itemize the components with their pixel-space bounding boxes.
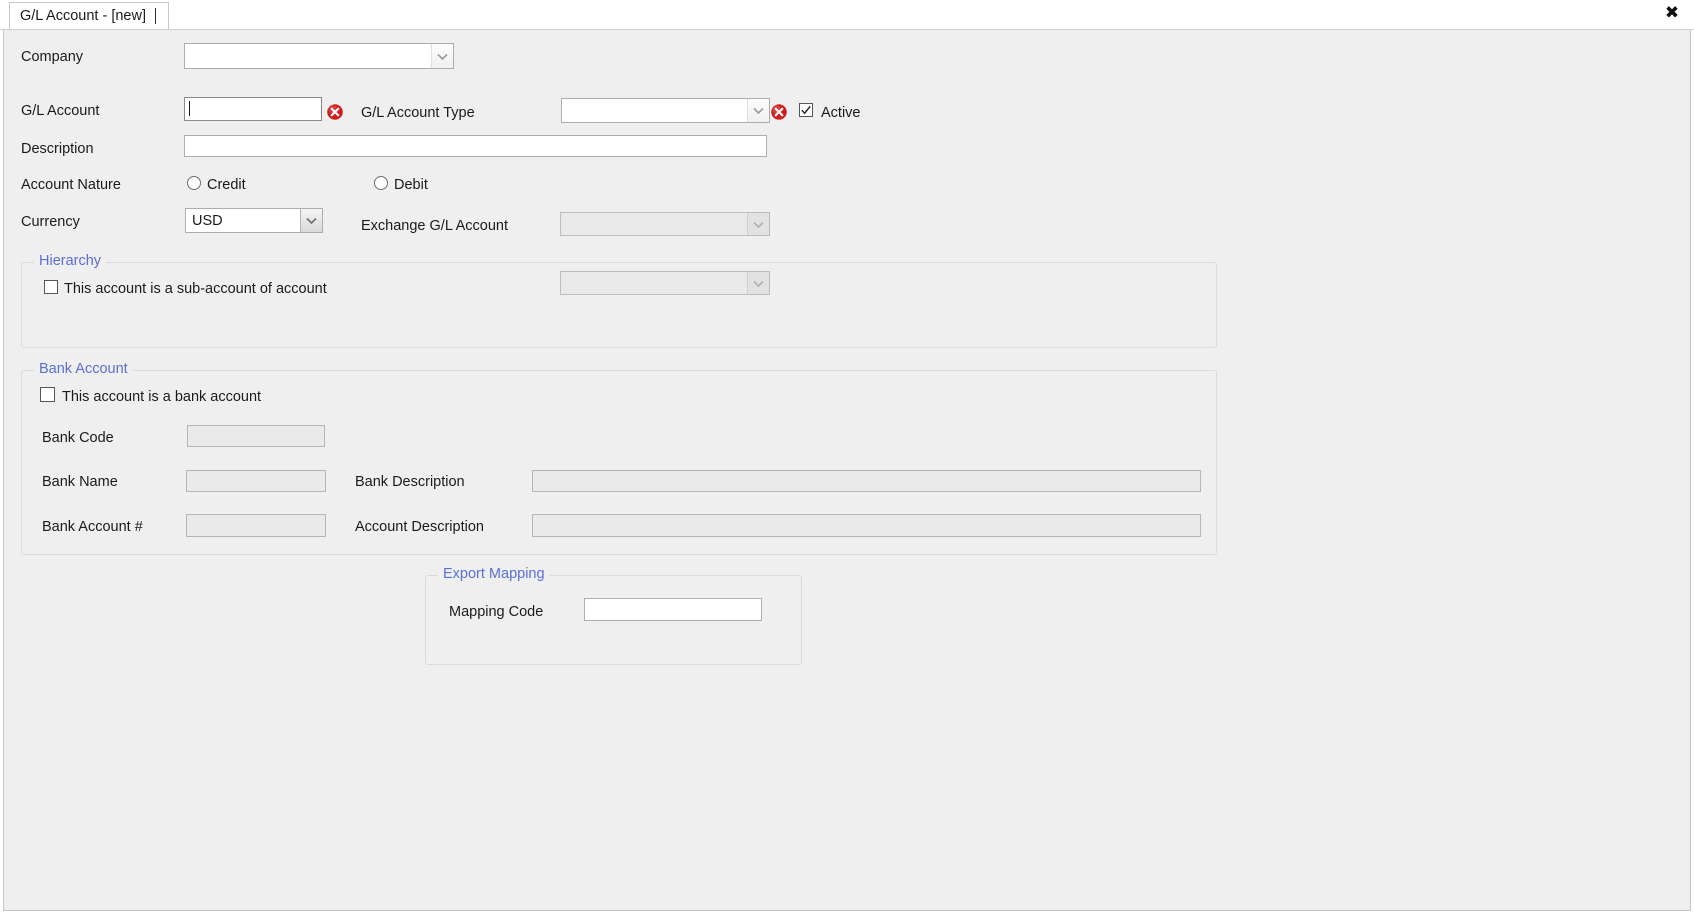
gl-account-type-label: G/L Account Type (361, 105, 475, 121)
bank-name-label: Bank Name (42, 474, 118, 490)
hierarchy-group-title: Hierarchy (34, 254, 107, 269)
tab-strip: G/L Account - [new] ✖ (0, 0, 1694, 30)
company-combobox[interactable] (184, 43, 454, 69)
sub-account-checkbox-label: This account is a sub-account of account (64, 281, 327, 297)
radio-credit-label: Credit (207, 177, 246, 193)
radio-debit[interactable] (374, 176, 388, 190)
chevron-down-icon (747, 99, 769, 122)
sub-account-checkbox[interactable] (44, 280, 58, 294)
gl-account-text-caret (189, 101, 190, 116)
bank-code-label: Bank Code (42, 430, 114, 446)
gl-account-type-error-icon[interactable] (770, 103, 788, 121)
gl-account-error-icon[interactable] (326, 103, 344, 121)
tab-text-caret (155, 8, 156, 24)
currency-combobox[interactable]: USD (185, 208, 323, 233)
gl-account-input[interactable] (184, 97, 322, 121)
tab-gl-account[interactable]: G/L Account - [new] (9, 2, 169, 29)
gl-account-label: G/L Account (21, 103, 100, 119)
chevron-down-icon (300, 209, 322, 232)
description-input[interactable] (184, 135, 767, 157)
parent-account-combobox[interactable] (560, 271, 770, 295)
chevron-down-icon (431, 44, 453, 68)
exchange-gl-account-label: Exchange G/L Account (361, 218, 508, 234)
gl-account-form: Company G/L Account G/L Account Type Act… (3, 30, 1691, 911)
currency-combobox-value: USD (192, 212, 223, 229)
export-mapping-group-title: Export Mapping (438, 567, 550, 582)
account-description-label: Account Description (355, 519, 484, 535)
account-nature-label: Account Nature (21, 177, 121, 193)
exchange-gl-account-combobox[interactable] (560, 212, 770, 236)
mapping-code-label: Mapping Code (449, 604, 544, 620)
bank-account-number-input[interactable] (186, 514, 326, 537)
account-description-input[interactable] (532, 514, 1201, 537)
chevron-down-icon (747, 272, 769, 294)
gl-account-window: G/L Account - [new] ✖ Company G/L Accoun… (0, 0, 1694, 914)
bank-name-input[interactable] (186, 470, 326, 492)
active-checkbox[interactable] (799, 103, 813, 117)
bank-description-input[interactable] (532, 470, 1201, 492)
gl-account-type-combobox[interactable] (561, 98, 770, 123)
radio-debit-label: Debit (394, 177, 428, 193)
chevron-down-icon (747, 213, 769, 235)
radio-credit[interactable] (187, 176, 201, 190)
close-icon[interactable]: ✖ (1660, 0, 1684, 26)
tab-gl-account-label: G/L Account - [new] (20, 8, 146, 24)
currency-label: Currency (21, 214, 80, 230)
bank-code-input[interactable] (187, 425, 325, 447)
mapping-code-input[interactable] (584, 598, 762, 621)
bank-description-label: Bank Description (355, 474, 465, 490)
is-bank-account-checkbox[interactable] (40, 387, 55, 402)
company-label: Company (21, 49, 84, 65)
active-label: Active (821, 105, 861, 121)
bank-account-number-label: Bank Account # (42, 519, 143, 535)
description-label: Description (21, 141, 94, 157)
is-bank-account-checkbox-label: This account is a bank account (62, 389, 262, 405)
bank-account-group-title: Bank Account (34, 362, 133, 377)
